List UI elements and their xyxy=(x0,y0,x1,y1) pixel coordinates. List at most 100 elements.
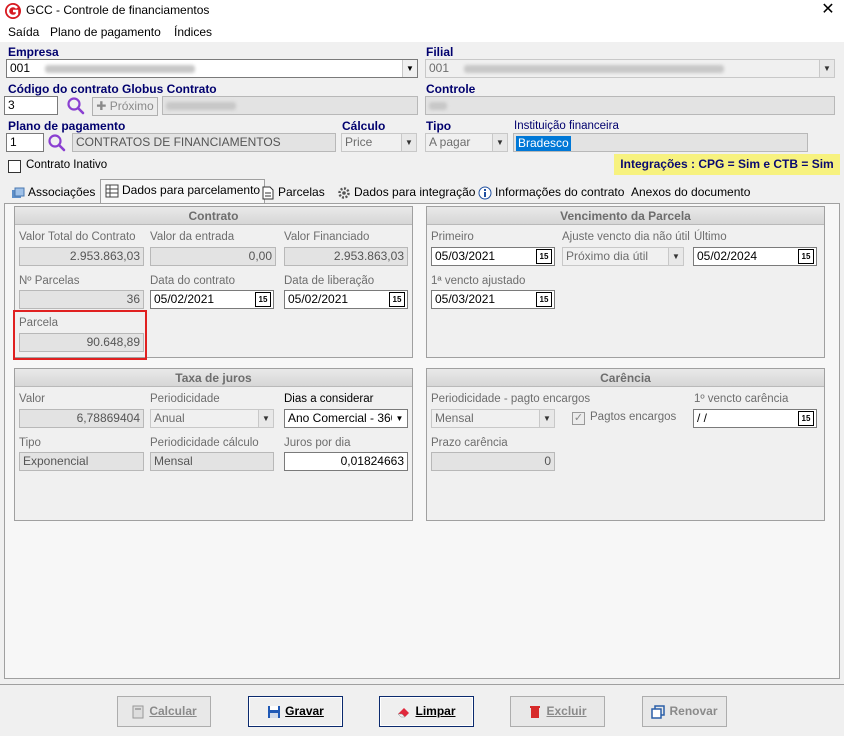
pagtos-encargos-checkbox[interactable]: ✓ xyxy=(572,412,585,425)
prazo-carencia-field: 0 xyxy=(431,452,555,471)
plus-icon: ✚ xyxy=(96,99,107,113)
excluir-button[interactable]: Excluir xyxy=(510,696,605,727)
juros-tipo-field: Exponencial xyxy=(19,452,144,471)
document-icon xyxy=(262,186,274,200)
valor-entrada-field: 0,00 xyxy=(150,247,276,266)
n-parcelas-label: Nº Parcelas xyxy=(19,275,80,287)
folders-icon xyxy=(12,187,25,198)
codigo-contrato-input[interactable]: 3 xyxy=(4,96,58,115)
vencto-ajustado-input[interactable]: 05/03/2021 15 xyxy=(431,290,555,309)
filial-label: Filial xyxy=(426,45,454,59)
save-icon xyxy=(268,705,281,718)
ultimo-vencimento-input[interactable]: 05/02/2024 15 xyxy=(693,247,817,266)
parcela-field: 90.648,89 xyxy=(19,333,144,352)
tab-associacoes[interactable]: Associações xyxy=(6,181,100,203)
tab-anexos-documento[interactable]: Anexos do documento xyxy=(626,181,755,203)
filial-select[interactable]: 001 ▼ xyxy=(425,59,835,78)
ultimo-label: Último xyxy=(694,231,727,243)
vencto-carencia-input[interactable]: / /15 xyxy=(693,409,817,428)
valor-total-field: 2.953.863,03 xyxy=(19,247,144,266)
periodicidade-select[interactable]: Anual ▼ xyxy=(150,409,274,428)
valor-entrada-label: Valor da entrada xyxy=(150,231,235,243)
chevron-down-icon[interactable]: ▼ xyxy=(492,134,507,151)
controle-field xyxy=(425,96,835,115)
contrato-inativo-checkbox[interactable] xyxy=(8,160,21,173)
plano-codigo-input[interactable]: 1 xyxy=(6,133,44,152)
periodicidade-calculo-label: Periodicidade cálculo xyxy=(150,437,259,449)
calendar-icon[interactable]: 15 xyxy=(389,292,405,307)
ajuste-vencto-select[interactable]: Próximo dia útil ▼ xyxy=(562,247,684,266)
gear-icon xyxy=(338,187,350,199)
chevron-down-icon[interactable]: ▼ xyxy=(401,134,416,151)
proximo-button[interactable]: ✚ Próximo xyxy=(92,97,158,116)
data-liberacao-input[interactable]: 05/02/2021 15 xyxy=(284,290,408,309)
vencto-carencia-label: 1º vencto carência xyxy=(694,393,789,405)
chevron-down-icon[interactable]: ▼ xyxy=(392,410,407,427)
data-liberacao-label: Data de liberação xyxy=(284,275,375,287)
contrato-descricao-field xyxy=(162,96,418,115)
n-parcelas-field: 36 xyxy=(19,290,144,309)
calculo-label: Cálculo xyxy=(342,119,386,133)
chevron-down-icon[interactable]: ▼ xyxy=(819,60,834,77)
calendar-icon[interactable]: 15 xyxy=(536,249,552,264)
data-contrato-label: Data do contrato xyxy=(150,275,236,287)
spreadsheet-icon xyxy=(105,184,119,198)
search-icon[interactable] xyxy=(66,96,86,116)
chevron-down-icon[interactable]: ▼ xyxy=(258,410,273,427)
valor-financiado-field: 2.953.863,03 xyxy=(284,247,408,266)
limpar-button[interactable]: Limpar xyxy=(379,696,474,727)
juros-tipo-label: Tipo xyxy=(19,437,41,449)
integracoes-badge: Integrações : CPG = Sim e CTB = Sim xyxy=(614,154,840,175)
gravar-button[interactable]: Gravar xyxy=(248,696,343,727)
menu-indices[interactable]: Índices xyxy=(174,25,212,39)
tab-informacoes-contrato[interactable]: Informações do contrato xyxy=(473,181,629,203)
controle-label: Controle xyxy=(426,82,476,96)
tipo-select[interactable]: A pagar ▼ xyxy=(425,133,508,152)
juros-valor-field: 6,78869404 xyxy=(19,409,144,428)
vencimento-panel-title: Vencimento da Parcela xyxy=(427,207,824,225)
menu-plano-pagamento[interactable]: Plano de pagamento xyxy=(50,25,161,39)
juros-valor-label: Valor xyxy=(19,393,45,405)
prazo-carencia-label: Prazo carência xyxy=(431,437,508,449)
instituicao-field[interactable]: Bradesco xyxy=(513,133,808,152)
chevron-down-icon[interactable]: ▼ xyxy=(539,410,554,427)
trash-icon xyxy=(530,705,541,718)
chevron-down-icon[interactable]: ▼ xyxy=(668,248,683,265)
calendar-icon[interactable]: 15 xyxy=(255,292,271,307)
contrato-inativo-label: Contrato Inativo xyxy=(26,159,108,171)
pagtos-encargos-label: Pagtos encargos xyxy=(590,411,677,423)
dias-considerar-select[interactable]: Ano Comercial - 360 ▼ xyxy=(284,409,408,428)
carencia-panel-title: Carência xyxy=(427,369,824,387)
copy-icon xyxy=(651,705,666,719)
periodicidade-pagto-select[interactable]: Mensal ▼ xyxy=(431,409,555,428)
primeiro-vencimento-input[interactable]: 05/03/2021 15 xyxy=(431,247,555,266)
calendar-icon[interactable]: 15 xyxy=(798,249,814,264)
menu-saida[interactable]: Saída xyxy=(8,25,39,39)
valor-financiado-label: Valor Financiado xyxy=(284,231,370,243)
data-contrato-input[interactable]: 05/02/2021 15 xyxy=(150,290,274,309)
juros-dia-input[interactable]: 0,01824663 xyxy=(284,452,408,471)
calendar-icon[interactable]: 15 xyxy=(536,292,552,307)
empresa-select[interactable]: 001 ▼ xyxy=(6,59,418,78)
dias-considerar-label: Dias a considerar xyxy=(284,393,374,405)
instituicao-value: Bradesco xyxy=(516,136,571,151)
calcular-button[interactable]: Calcular xyxy=(117,696,211,727)
eraser-icon xyxy=(397,707,410,718)
tab-parcelas[interactable]: Parcelas xyxy=(256,181,330,203)
search-icon[interactable] xyxy=(47,133,67,153)
contrato-panel-title: Contrato xyxy=(15,207,412,225)
chevron-down-icon[interactable]: ▼ xyxy=(402,60,417,77)
calendar-icon[interactable]: 15 xyxy=(798,411,814,426)
calculo-select[interactable]: Price ▼ xyxy=(341,133,417,152)
footer-divider xyxy=(0,684,844,685)
periodicidade-calculo-field: Mensal xyxy=(150,452,274,471)
app-logo-icon xyxy=(5,3,21,19)
periodicidade-label: Periodicidade xyxy=(150,393,220,405)
instituicao-label: Instituição financeira xyxy=(514,120,619,132)
renovar-button[interactable]: Renovar xyxy=(642,696,727,727)
close-icon[interactable]: ✕ xyxy=(818,1,838,21)
tab-dados-parcelamento[interactable]: Dados para parcelamento xyxy=(100,179,266,204)
primeiro-label: Primeiro xyxy=(431,231,474,243)
tab-dados-integracao[interactable]: Dados para integração xyxy=(332,181,480,203)
juros-dia-label: Juros por dia xyxy=(284,437,351,449)
